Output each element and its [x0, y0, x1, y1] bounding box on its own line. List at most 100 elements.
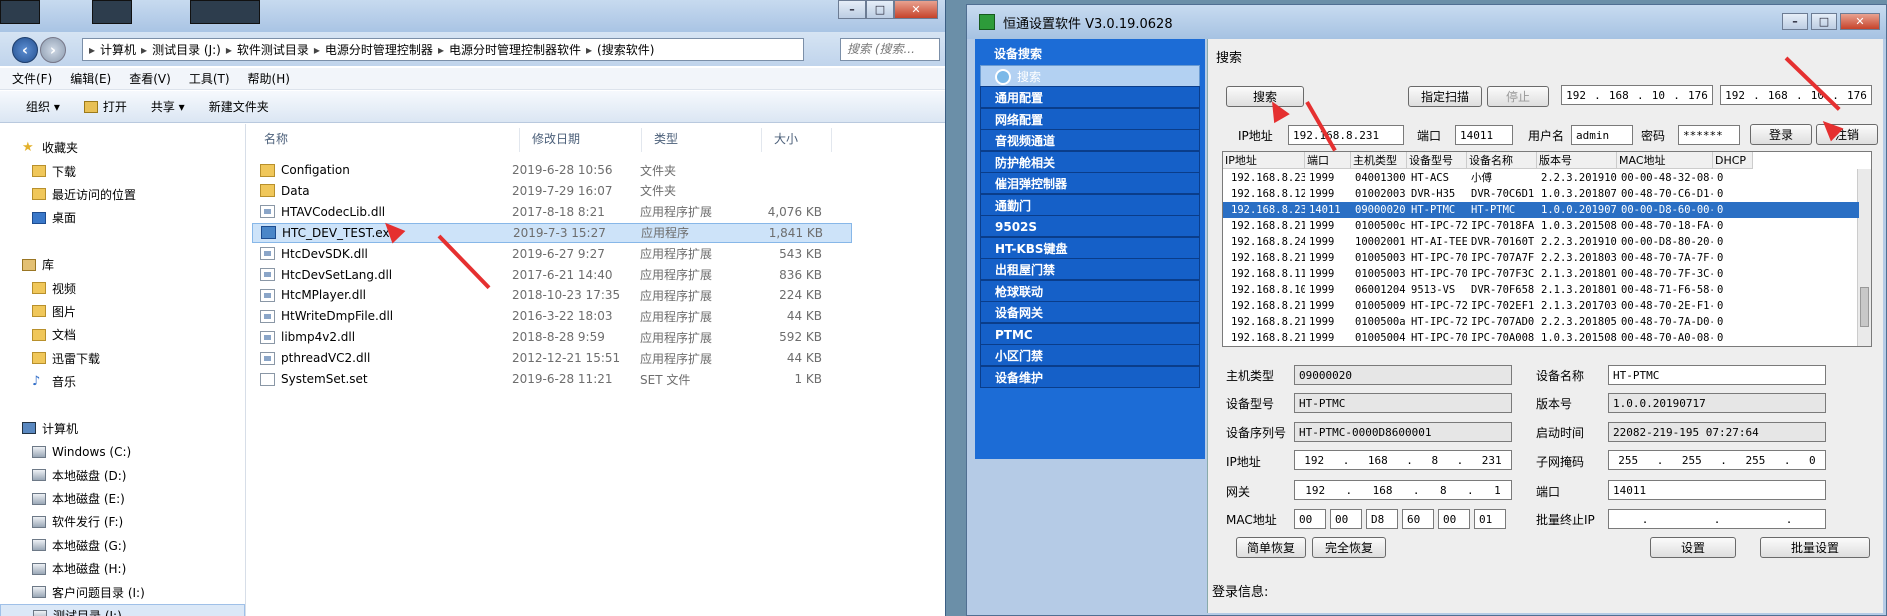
sidebar-item[interactable]: 催泪弹控制器: [980, 172, 1200, 194]
sidebar-item[interactable]: 枪球联动: [980, 279, 1200, 302]
file-row[interactable]: pthreadVC2.dll 2012-12-21 15:51 应用程序扩展 44 K…: [252, 348, 852, 368]
gateway-field[interactable]: 192. 168. 8. 1: [1294, 480, 1512, 500]
chevron-right-icon[interactable]: ▸: [226, 43, 232, 57]
column-header[interactable]: 名称: [252, 128, 520, 152]
nav-item[interactable]: ★ 收藏夹: [0, 136, 245, 159]
menu-item[interactable]: 编辑(E): [70, 70, 111, 87]
range-end-ip[interactable]: 192. 168. 10. 176: [1720, 85, 1872, 105]
login-button[interactable]: 登录: [1750, 124, 1812, 145]
nav-item[interactable]: 客户问题目录 (I:): [0, 580, 245, 603]
sidebar-item[interactable]: HT-KBS键盘: [980, 236, 1200, 259]
minimize-button[interactable]: –: [838, 0, 866, 19]
thumbnail[interactable]: [92, 0, 132, 24]
table-row[interactable]: 192.168.8.218 1999 0100500c HT-IPC-724 IPC-7…: [1223, 218, 1859, 234]
sidebar-item[interactable]: 通用配置: [980, 86, 1200, 108]
sidebar-item[interactable]: 9502S: [980, 215, 1200, 237]
forward-icon[interactable]: ›: [40, 37, 66, 63]
breadcrumb-segment[interactable]: 计算机: [100, 41, 136, 58]
nav-item[interactable]: 迅雷下载: [0, 347, 245, 370]
subnet-mask-field[interactable]: 255. 255. 255. 0: [1608, 450, 1826, 470]
nav-item[interactable]: 文档: [0, 323, 245, 346]
nav-item[interactable]: 视频: [0, 276, 245, 299]
table-row[interactable]: 192.168.8.124 1999 01002003 DVR-H35 DVR-70C6…: [1223, 186, 1859, 202]
port-input[interactable]: 14011: [1455, 125, 1513, 145]
sidebar-item[interactable]: 音视频通道: [980, 129, 1200, 151]
column-header[interactable]: 修改日期: [520, 128, 642, 152]
close-button[interactable]: ✕: [1840, 13, 1880, 30]
mac-octet-field[interactable]: 00: [1330, 509, 1362, 529]
boot-time-field[interactable]: 22082-219-195 07:27:64: [1608, 422, 1826, 442]
table-row[interactable]: 192.168.8.239 1999 04001300 HT-ACS 小傅 2.2.3.2…: [1223, 170, 1859, 186]
nav-item[interactable]: 计算机: [0, 417, 245, 440]
nav-item[interactable]: 库: [0, 253, 245, 276]
sidebar-item[interactable]: 防护舱相关: [980, 150, 1200, 173]
breadcrumb-segment[interactable]: 软件测试目录: [237, 41, 309, 58]
breadcrumb-segment[interactable]: 电源分时管理控制器: [325, 41, 433, 58]
sidebar-item[interactable]: 出租屋门禁: [980, 258, 1200, 280]
sidebar-item[interactable]: PTMC: [980, 322, 1200, 345]
menu-item[interactable]: 文件(F): [12, 70, 52, 87]
breadcrumb-segment[interactable]: (搜索软件): [597, 41, 654, 58]
close-button[interactable]: ✕: [894, 0, 938, 19]
table-column-header[interactable]: IP地址: [1223, 152, 1305, 168]
chevron-right-icon[interactable]: ▸: [586, 43, 592, 57]
table-column-header[interactable]: 版本号: [1537, 152, 1617, 168]
stop-button[interactable]: 停止: [1487, 86, 1549, 107]
sidebar-item[interactable]: 搜索: [980, 64, 1200, 87]
file-row[interactable]: HTC_DEV_TEST.exe 2019-7-3 15:27 应用程序 1,841 …: [252, 222, 852, 243]
thumbnail[interactable]: [190, 0, 260, 24]
host-type-field[interactable]: 09000020: [1294, 365, 1512, 385]
simple-restore-button[interactable]: 简单恢复: [1236, 537, 1306, 558]
full-restore-button[interactable]: 完全恢复: [1312, 537, 1386, 558]
sidebar-item[interactable]: 网络配置: [980, 107, 1200, 130]
table-row[interactable]: 192.168.8.109 1999 06001204 9513-VS DVR-70F6…: [1223, 282, 1859, 298]
table-row[interactable]: 192.168.8.211 1999 0100500a HT-IPC-722 IPC-7…: [1223, 314, 1859, 330]
table-column-header[interactable]: 端口: [1305, 152, 1351, 168]
toolbar-button[interactable]: 打开: [83, 98, 127, 115]
menu-item[interactable]: 查看(V): [129, 70, 171, 87]
table-row[interactable]: 192.168.8.215 1999 01005003 HT-IPC-702 IPC-7…: [1223, 250, 1859, 266]
password-input[interactable]: ******: [1678, 125, 1740, 145]
mac-octet-field[interactable]: 00: [1438, 509, 1470, 529]
chevron-right-icon[interactable]: ▸: [314, 43, 320, 57]
sidebar-item[interactable]: 设备维护: [980, 365, 1200, 388]
chevron-right-icon[interactable]: ▸: [89, 43, 95, 57]
thumbnail[interactable]: [0, 0, 40, 24]
sidebar-item[interactable]: 小区门禁: [980, 344, 1200, 366]
toolbar-button[interactable]: 组织 ▾: [26, 98, 60, 115]
file-row[interactable]: Data 2019-7-29 16:07 文件夹: [252, 181, 852, 201]
address-bar[interactable]: ▸ 计算机 ▸ 测试目录 (J:) ▸ 软件测试目录 ▸ 电源分时管理控制器 ▸ 电源分时管理控制…: [82, 38, 804, 61]
file-row[interactable]: HtcMPlayer.dll 2018-10-23 17:35 应用程序扩展 224 …: [252, 285, 852, 305]
table-row[interactable]: 192.168.8.119 1999 01005003 HT-IPC-702 IPC-7…: [1223, 266, 1859, 282]
nav-item[interactable]: 图片: [0, 300, 245, 323]
nav-item[interactable]: 本地磁盘 (E:): [0, 487, 245, 510]
table-row[interactable]: 192.168.8.214 1999 01005009 HT-IPC-721 IPC-7…: [1223, 298, 1859, 314]
toolbar-button[interactable]: 共享 ▾: [151, 98, 185, 115]
menu-item[interactable]: 帮助(H): [248, 70, 290, 87]
device-name-field[interactable]: HT-PTMC: [1608, 365, 1826, 385]
chevron-right-icon[interactable]: ▸: [141, 43, 147, 57]
table-row[interactable]: 192.168.8.231 14011 09000020 HT-PTMC HT-PTMC…: [1223, 202, 1859, 218]
minimize-button[interactable]: –: [1782, 13, 1808, 30]
model-field[interactable]: HT-PTMC: [1294, 393, 1512, 413]
chevron-right-icon[interactable]: ▸: [438, 43, 444, 57]
detail-ip-field[interactable]: 192. 168. 8. 231: [1294, 450, 1512, 470]
table-column-header[interactable]: 设备名称: [1467, 152, 1537, 168]
ip-input[interactable]: 192.168.8.231: [1288, 125, 1404, 145]
table-column-header[interactable]: DHCP: [1713, 152, 1753, 168]
batch-set-button[interactable]: 批量设置: [1760, 537, 1870, 558]
nav-item[interactable]: ♪ 音乐: [0, 370, 245, 393]
mac-octet-field[interactable]: 01: [1474, 509, 1506, 529]
maximize-button[interactable]: □: [1811, 13, 1837, 30]
column-header[interactable]: 大小: [762, 128, 832, 152]
toolbar-button[interactable]: 新建文件夹: [209, 98, 269, 115]
nav-item[interactable]: 本地磁盘 (D:): [0, 463, 245, 486]
scan-button[interactable]: 指定扫描: [1408, 86, 1482, 107]
table-row[interactable]: 192.168.8.217 1999 01005004 HT-IPC-704 IPC-7…: [1223, 330, 1859, 346]
back-icon[interactable]: ‹: [12, 37, 38, 63]
table-column-header[interactable]: 设备型号: [1407, 152, 1467, 168]
column-header[interactable]: 类型: [642, 128, 762, 152]
mac-octet-field[interactable]: 60: [1402, 509, 1434, 529]
mac-octet-field[interactable]: 00: [1294, 509, 1326, 529]
version-field[interactable]: 1.0.0.20190717: [1608, 393, 1826, 413]
